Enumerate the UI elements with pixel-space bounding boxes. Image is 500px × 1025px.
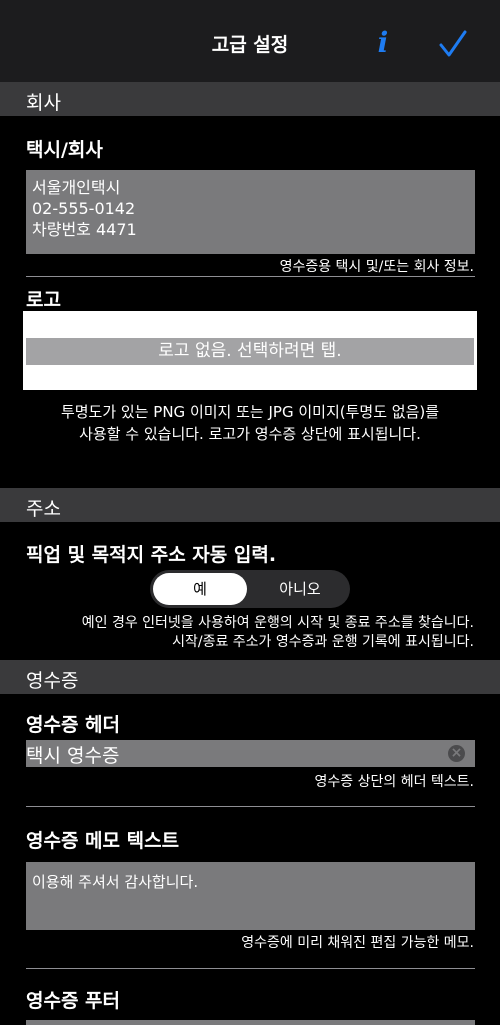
receipt-header-value: 택시 영수증 [26,745,120,767]
receipt-memo-label: 영수증 메모 텍스트 [26,830,180,852]
section-header-receipt: 영수증 [0,660,500,694]
receipt-header-input[interactable]: 택시 영수증 × [26,740,475,767]
receipt-memo-textarea[interactable]: 이용해 주셔서 감사합니다. [26,862,475,930]
clear-icon[interactable]: × [448,745,465,762]
receipt-header-hint: 영수증 상단의 헤더 텍스트. [314,774,474,790]
section-title: 주소 [26,498,61,520]
receipt-header-label: 영수증 헤더 [26,714,121,736]
divider [26,968,475,969]
logo-label: 로고 [26,289,61,311]
divider [26,806,475,807]
receipt-memo-hint: 영수증에 미리 채워진 편집 가능한 메모. [241,935,474,951]
address-autofill-label: 픽업 및 목적지 주소 자동 입력. [26,544,277,566]
receipt-footer-textarea[interactable] [26,1020,475,1025]
checkmark-icon[interactable] [437,28,469,60]
divider [26,276,475,277]
logo-placeholder: 로고 없음. 선택하려면 탭. [26,338,474,365]
taxi-company-hint: 영수증용 택시 및/또는 회사 정보. [279,259,474,275]
receipt-footer-label: 영수증 푸터 [26,990,121,1012]
info-icon[interactable]: i [368,24,398,62]
address-autofill-toggle: 예 아니오 [150,570,350,608]
taxi-company-textarea[interactable]: 서울개인택시 02-555-0142 차량번호 4471 [26,170,475,254]
address-hint-line1: 예인 경우 인터넷을 사용하여 운행의 시작 및 종료 주소를 찾습니다. [81,615,474,631]
logo-picker[interactable]: 로고 없음. 선택하려면 탭. [23,311,477,390]
option-no[interactable]: 아니오 [253,573,347,605]
section-header-company: 회사 [0,82,500,116]
section-title: 회사 [26,92,61,114]
taxi-company-label: 택시/회사 [26,139,103,161]
logo-hint: 투명도가 있는 PNG 이미지 또는 JPG 이미지(투명도 없음)를 사용할 … [60,403,440,443]
address-hint-line2: 시작/종료 주소가 영수증과 운행 기록에 표시됩니다. [172,634,474,650]
section-title: 영수증 [26,670,79,692]
option-yes[interactable]: 예 [153,573,247,605]
page-title: 고급 설정 [211,34,289,56]
navigation-bar: 고급 설정 i [0,0,500,82]
section-header-address: 주소 [0,488,500,522]
